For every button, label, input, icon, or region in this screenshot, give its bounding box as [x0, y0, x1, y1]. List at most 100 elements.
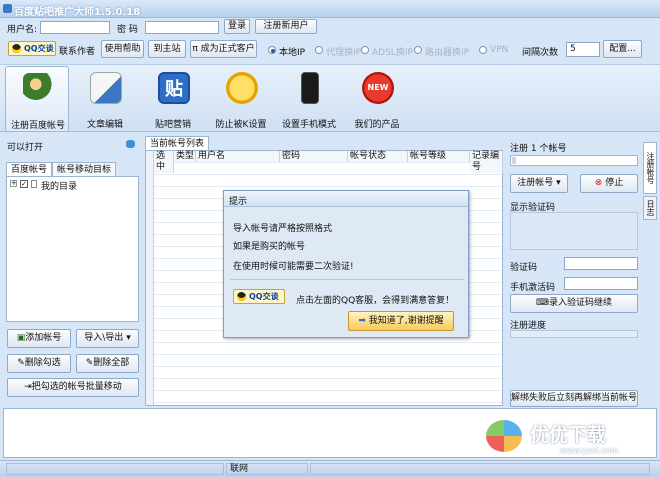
radio-label-vpn: VPN	[490, 45, 509, 55]
radio-label-local-ip: 本地IP	[279, 48, 306, 58]
bigbar-label-3: 防止被K设置	[215, 120, 267, 130]
right-panel: 注册 1 个帐号 注册帐号 ▾ ⊗ 停止 显示验证码 验证码 手机激活码 ⌨录入…	[506, 136, 642, 407]
left-panel: 可以打开 百度帐号 帐号移动目标 + ✓ 我的目录 ▣添加帐号 导入\导出 ▾ …	[4, 136, 140, 406]
register-account-label: 注册帐号	[517, 178, 554, 188]
qq-chat-button[interactable]: QQ交谈	[8, 41, 56, 56]
radio-local-ip[interactable]	[268, 46, 276, 54]
dialog-title: 提示	[229, 197, 248, 207]
register-count-label: 注册 1 个帐号	[510, 144, 567, 154]
enter-captcha-label: 录入验证码继续	[548, 298, 612, 308]
tab-current-accounts[interactable]: 当前帐号列表	[145, 136, 210, 151]
captcha-label: 验证码	[510, 263, 538, 273]
arrow-right-icon: ➡	[358, 316, 366, 326]
move-icon: ⇥	[24, 382, 32, 392]
article-edit-tab[interactable]: 文章编辑	[73, 66, 137, 132]
register-user-button[interactable]: 注册新用户	[255, 19, 317, 34]
dialog-qq-button[interactable]: QQ交谈	[233, 289, 285, 304]
new-badge-icon: NEW	[362, 72, 394, 104]
help-button[interactable]: 使用帮助	[101, 40, 144, 58]
chat-bubble-icon[interactable]	[126, 140, 135, 148]
col-record-id[interactable]: 记录编号	[470, 151, 503, 173]
delete-all-button[interactable]: ✎删除全部	[76, 354, 139, 373]
article-edit-icon	[90, 72, 122, 104]
password-input[interactable]	[145, 21, 219, 34]
dialog-divider	[230, 279, 464, 280]
register-slider[interactable]	[510, 155, 638, 166]
toolbar: QQ交谈 联系作者 使用帮助 到主站 π 成为正式客户 本地IP 代理换IP A…	[0, 36, 660, 64]
dialog-ok-button[interactable]: ➡ 我知道了,谢谢提醒	[348, 311, 454, 331]
tree-checkbox[interactable]: ✓	[20, 180, 28, 188]
import-export-button[interactable]: 导入\导出 ▾	[76, 329, 139, 348]
app-icon	[3, 4, 12, 13]
tree-item-my-directory[interactable]: 我的目录	[41, 179, 77, 192]
dialog-qq-text: 点击左面的QQ客服，会得到满意答复！	[296, 296, 455, 306]
col-username[interactable]: 用户名	[196, 151, 280, 162]
register-account-button[interactable]: 注册帐号 ▾	[510, 174, 568, 193]
radio-router[interactable]	[414, 46, 422, 54]
delete-all-label: 删除全部	[93, 358, 130, 368]
tab-baidu-account[interactable]: 百度帐号	[6, 162, 53, 177]
stop-icon: ⊗	[594, 178, 603, 188]
status-cell-1	[6, 463, 224, 475]
login-button[interactable]: 登录	[224, 19, 250, 34]
upgrade-button[interactable]: π 成为正式客户	[190, 40, 257, 58]
interval-input[interactable]: 5	[566, 42, 600, 57]
sms-code-input[interactable]	[564, 277, 638, 290]
bigbar-label-4: 设置手机模式	[281, 120, 336, 130]
stop-button[interactable]: ⊗ 停止	[580, 174, 638, 193]
row-header-strip	[146, 151, 154, 405]
radio-adsl[interactable]	[361, 46, 369, 54]
status-cell-3	[310, 463, 650, 475]
side-tab-log[interactable]: 日志	[643, 196, 657, 220]
tree-expand-icon[interactable]: +	[10, 180, 17, 187]
tieba-post-icon: 贴	[158, 72, 190, 104]
bigbar-label-0: 注册百度帐号	[10, 121, 65, 131]
anti-ban-tab[interactable]: 防止被K设置	[209, 66, 273, 132]
tieba-marketing-tab[interactable]: 贴 贴吧营销	[141, 66, 205, 132]
bigbar-label-5: 我们的产品	[354, 120, 400, 130]
col-type[interactable]: 类型	[174, 151, 196, 162]
account-tree[interactable]: + ✓ 我的目录	[6, 176, 139, 322]
interval-label: 间隔次数	[522, 48, 559, 58]
username-input[interactable]	[40, 21, 110, 34]
col-account-status[interactable]: 帐号状态	[348, 151, 408, 162]
folder-icon	[31, 180, 37, 188]
radio-label-proxy: 代理换IP	[326, 48, 362, 58]
password-label: 密 码	[117, 25, 138, 35]
col-select[interactable]: 选中	[154, 151, 174, 173]
status-net: 联网	[226, 463, 308, 475]
our-products-tab[interactable]: NEW 我们的产品	[345, 66, 409, 132]
contact-author-link[interactable]: 联系作者	[59, 44, 95, 57]
main-site-button[interactable]: 到主站	[148, 40, 186, 58]
tip-dialog: 提示 导入帐号请严格按照格式 如果是购买的帐号 在使用时候可能需要二次验证! Q…	[223, 190, 469, 338]
config-button[interactable]: 配置...	[603, 40, 642, 58]
watermark-text: 优优下载	[530, 424, 607, 446]
radio-proxy-ip[interactable]	[315, 46, 323, 54]
dropdown-icon-2: ▾	[556, 178, 561, 188]
stop-label: 停止	[605, 178, 624, 188]
bigbar-label-1: 文章编辑	[86, 120, 123, 130]
col-password[interactable]: 密码	[280, 151, 348, 162]
register-account-tab[interactable]: 注册百度帐号	[5, 66, 69, 132]
tab-move-target[interactable]: 帐号移动目标	[52, 162, 117, 177]
title-bar: 百度贴吧推广大师1.5.0.18	[0, 0, 660, 18]
user-register-icon	[23, 73, 55, 105]
unbind-again-button[interactable]: 解绑失败后立刻再解绑当前帐号	[510, 390, 638, 407]
radio-vpn[interactable]	[479, 46, 487, 54]
slider-thumb[interactable]	[512, 157, 516, 164]
username-label: 用户名:	[7, 25, 38, 35]
batch-move-button[interactable]: ⇥把勾选的帐号批量移动	[7, 378, 139, 397]
open-label: 可以打开	[7, 143, 44, 153]
interval-value: 5	[570, 44, 576, 54]
login-row: 用户名: 密 码 登录 注册新用户	[0, 18, 660, 36]
enter-captcha-button[interactable]: ⌨录入验证码继续	[510, 294, 638, 313]
add-account-button[interactable]: ▣添加帐号	[7, 329, 71, 348]
col-account-level[interactable]: 帐号等级	[408, 151, 470, 162]
phone-mode-tab[interactable]: 设置手机模式	[277, 66, 341, 132]
delete-checked-button[interactable]: ✎删除勾选	[7, 354, 71, 373]
captcha-input[interactable]	[564, 257, 638, 270]
status-bar: 联网	[0, 460, 660, 477]
keyboard-icon: ⌨	[535, 298, 549, 308]
radio-label-router: 路由器换IP	[425, 48, 470, 58]
side-tab-register[interactable]: 注册帐号	[643, 142, 657, 194]
